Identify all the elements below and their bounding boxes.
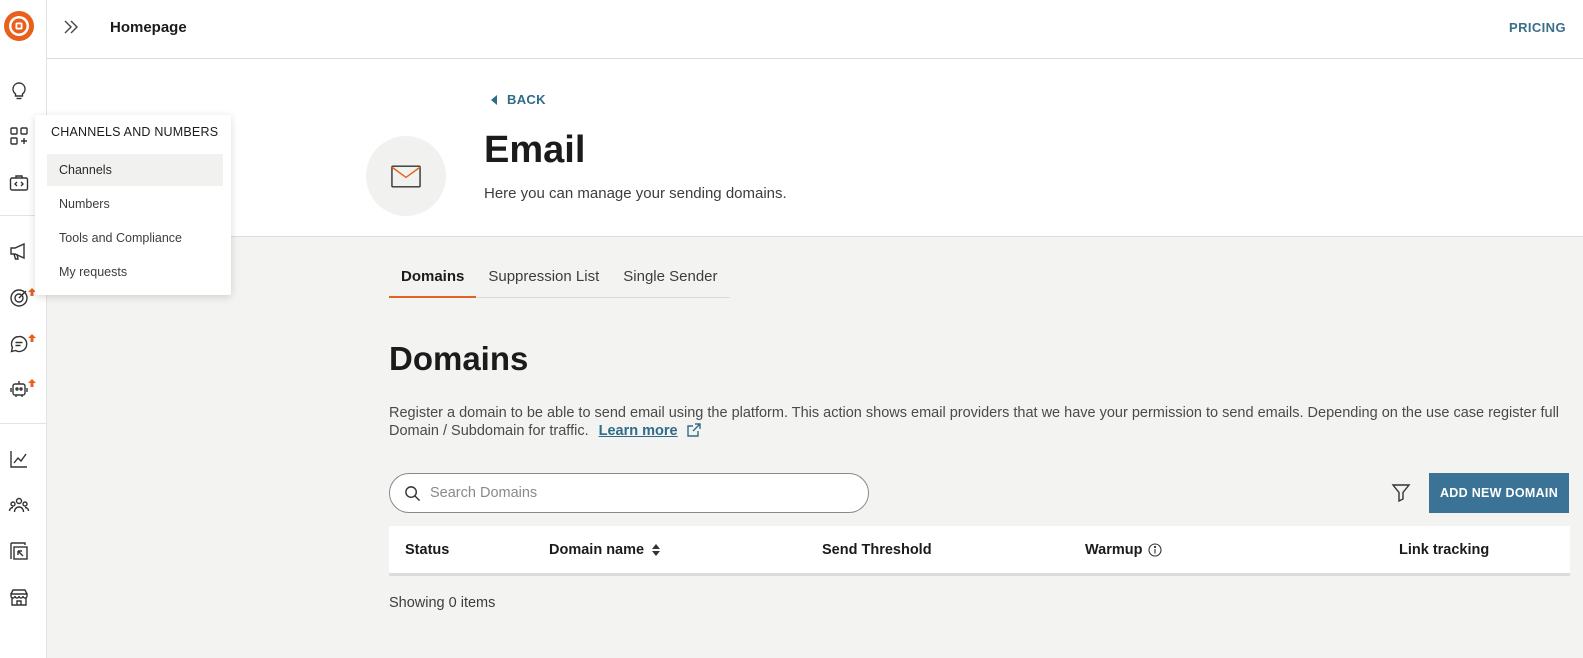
target-icon[interactable] — [8, 287, 30, 309]
apps-add-icon[interactable] — [8, 125, 30, 147]
channels-flyout-menu: CHANNELS AND NUMBERS Channels Numbers To… — [35, 115, 231, 295]
back-link[interactable]: BACK — [489, 92, 546, 107]
people-icon[interactable] — [8, 494, 30, 516]
column-send-threshold[interactable]: Send Threshold — [822, 542, 932, 558]
back-label: BACK — [507, 92, 546, 107]
column-status[interactable]: Status — [405, 542, 449, 558]
column-label: Link tracking — [1399, 542, 1490, 558]
megaphone-icon[interactable] — [8, 240, 30, 262]
column-label: Send Threshold — [822, 542, 932, 558]
column-label: Status — [405, 542, 450, 558]
items-count: Showing 0 items — [389, 595, 496, 611]
learn-more-link[interactable]: Learn more — [599, 423, 678, 439]
arrow-up-icon — [28, 374, 36, 387]
external-link-icon[interactable] — [686, 422, 702, 438]
lightbulb-icon[interactable] — [8, 80, 30, 102]
store-icon[interactable] — [8, 586, 30, 608]
tab-bar: Domains Suppression List Single Sender — [389, 258, 730, 298]
breadcrumb: Homepage — [110, 19, 187, 36]
envelope-icon — [366, 136, 446, 216]
column-label: Domain name — [549, 542, 645, 558]
tab-domains[interactable]: Domains — [389, 258, 477, 298]
info-icon[interactable] — [1148, 543, 1163, 557]
search-icon — [405, 485, 421, 501]
robot-icon[interactable] — [8, 378, 30, 400]
column-warmup[interactable]: Warmup — [1085, 542, 1163, 558]
page-subtitle: Here you can manage your sending domains… — [484, 185, 787, 202]
page-hero: BACK Email Here you can manage your send… — [47, 59, 1583, 237]
search-box — [389, 473, 869, 513]
sort-icon[interactable] — [650, 543, 662, 557]
code-briefcase-icon[interactable] — [8, 172, 30, 194]
table-header: Status Domain name Send Threshold Warmup… — [389, 526, 1570, 576]
double-chevron-right-icon[interactable] — [61, 17, 81, 37]
caret-left-icon — [491, 94, 497, 105]
flyout-title: CHANNELS AND NUMBERS — [51, 125, 219, 139]
section-title: Domains — [389, 340, 529, 377]
arrow-up-icon — [28, 329, 36, 342]
search-input[interactable] — [430, 485, 830, 501]
flyout-item-tools-and-compliance[interactable]: Tools and Compliance — [47, 222, 223, 254]
column-domain-name[interactable]: Domain name — [549, 542, 662, 558]
description-text: Register a domain to be able to send ema… — [389, 405, 1560, 439]
filter-icon[interactable] — [1390, 481, 1412, 503]
chat-icon[interactable] — [8, 333, 30, 355]
logo-icon[interactable] — [3, 10, 35, 42]
section-description: Register a domain to be able to send ema… — [389, 404, 1569, 440]
left-nav-rail — [0, 0, 47, 658]
tab-single-sender[interactable]: Single Sender — [611, 258, 729, 298]
add-new-domain-button[interactable]: ADD NEW DOMAIN — [1429, 473, 1569, 513]
tab-suppression-list[interactable]: Suppression List — [476, 258, 611, 298]
page-title: Email — [484, 129, 586, 171]
rail-divider — [0, 423, 46, 424]
pricing-link[interactable]: PRICING — [1509, 20, 1566, 35]
top-header: Homepage PRICING — [47, 0, 1583, 59]
flyout-item-channels[interactable]: Channels — [47, 154, 223, 186]
gallery-icon[interactable] — [8, 540, 30, 562]
chart-line-icon[interactable] — [8, 448, 30, 470]
flyout-item-numbers[interactable]: Numbers — [47, 188, 223, 220]
column-label: Warmup — [1085, 542, 1143, 558]
column-link-tracking[interactable]: Link tracking — [1399, 542, 1489, 558]
flyout-item-my-requests[interactable]: My requests — [47, 256, 223, 288]
